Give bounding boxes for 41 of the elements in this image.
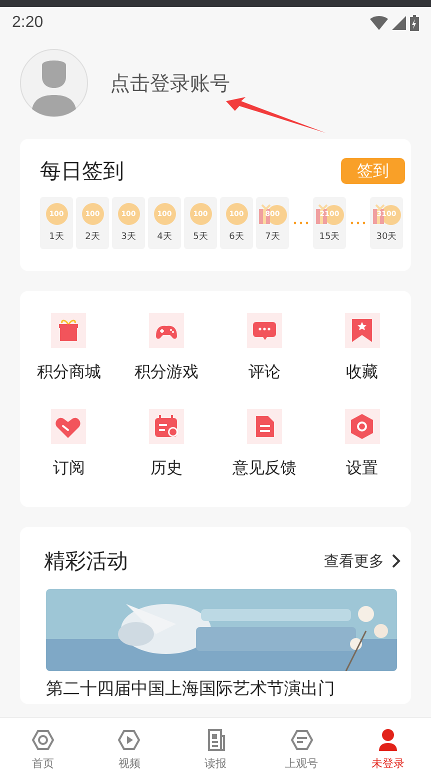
feature-button[interactable]: 订阅	[20, 409, 118, 479]
feature-button[interactable]: 评论	[216, 313, 314, 383]
gamepad-icon	[149, 313, 184, 348]
day-label: 6天	[229, 231, 244, 243]
day-label: 3天	[121, 231, 136, 243]
status-time: 2:20	[12, 14, 44, 32]
bookmark-icon	[344, 313, 380, 348]
day-label: 1天	[49, 231, 64, 243]
comment-icon	[246, 313, 282, 348]
day-label: 5天	[193, 231, 208, 243]
dots-icon	[292, 221, 310, 225]
nav-tab[interactable]: 读报	[172, 718, 259, 779]
day-label: 2天	[85, 231, 100, 243]
signal-icon	[392, 16, 406, 30]
activities-title: 精彩活动	[44, 548, 128, 575]
feature-button[interactable]: 积分游戏	[118, 313, 216, 383]
wifi-icon	[370, 16, 388, 30]
nav-tab[interactable]: 未登录	[344, 718, 431, 779]
dots-icon	[349, 221, 367, 225]
avatar-icon[interactable]	[20, 49, 88, 117]
feature-button[interactable]: 设置	[313, 409, 411, 479]
login-prompt[interactable]: 点击登录账号	[110, 70, 230, 96]
feature-button[interactable]: 意见反馈	[216, 409, 314, 479]
document-icon	[246, 409, 282, 444]
activity-title[interactable]: 第二十四届中国上海国际艺术节演出门	[20, 671, 411, 704]
nav-tab[interactable]: 视频	[86, 718, 172, 779]
see-more-link[interactable]: 查看更多	[324, 552, 401, 570]
day-label: 7天	[265, 231, 280, 243]
feature-button[interactable]: 历史	[118, 409, 216, 479]
day-label: 30天	[376, 231, 397, 243]
battery-icon	[410, 15, 419, 31]
nav-tab[interactable]: 上观号	[258, 718, 345, 779]
checkin-title: 每日签到	[40, 158, 124, 185]
feature-button[interactable]: 积分商城	[20, 313, 118, 383]
day-label: 15天	[319, 231, 340, 243]
gift-icon	[51, 313, 86, 348]
chevron-right-icon	[392, 554, 401, 568]
nav-tab[interactable]: 首页	[0, 718, 86, 779]
day-label: 4天	[157, 231, 172, 243]
feature-button[interactable]: 收藏	[313, 313, 411, 383]
calendar-icon	[149, 409, 184, 444]
